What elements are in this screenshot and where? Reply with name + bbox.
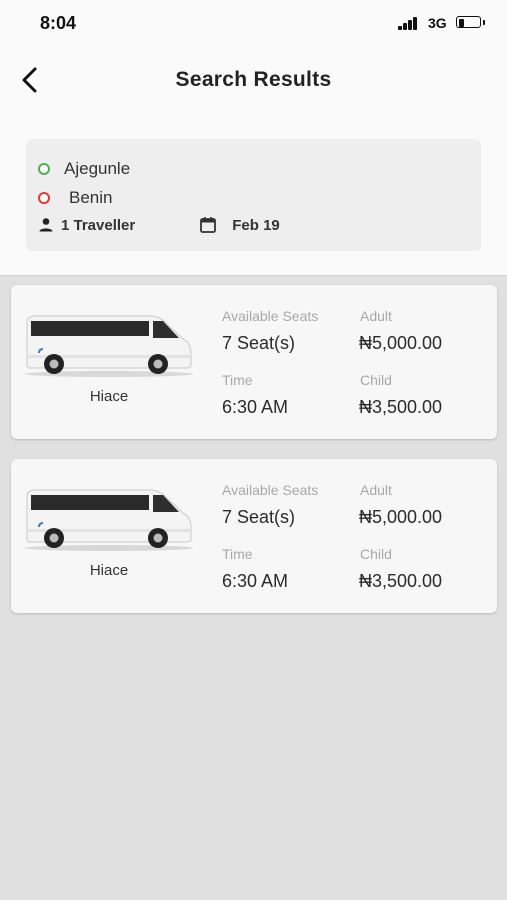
- seats-label: Available Seats: [222, 482, 319, 498]
- traveller-info: 1 Traveller: [38, 217, 135, 234]
- signal-icon: [398, 17, 420, 30]
- adult-label: Adult: [360, 482, 392, 498]
- person-icon: [39, 218, 53, 232]
- traveller-count: 1 Traveller: [61, 216, 136, 234]
- child-price: ₦3,500.00: [359, 397, 443, 417]
- vehicle-name: Hiace: [89, 388, 129, 405]
- seats-label: Available Seats: [222, 308, 319, 324]
- adult-price: ₦5,000.00: [359, 333, 443, 353]
- trip-meta: 1 Traveller Feb 19: [38, 216, 280, 234]
- van-image: [25, 489, 193, 551]
- time-value: 6:30 AM: [222, 571, 289, 591]
- travel-date: Feb 19: [232, 216, 280, 234]
- adult-label: Adult: [360, 308, 392, 324]
- origin-label: Ajegunle: [64, 159, 131, 178]
- child-price: ₦3,500.00: [359, 571, 443, 591]
- destination-dot-icon: [38, 192, 50, 204]
- destination-row: Benin: [38, 188, 112, 208]
- status-bar: 8:04 3G: [0, 0, 507, 46]
- page-title: Search Results: [175, 68, 332, 91]
- origin-dot-icon: [38, 163, 50, 175]
- header-section: 8:04 3G Search Results Ajegunle Benin 1 …: [0, 0, 507, 276]
- origin-row: Ajegunle: [38, 159, 130, 179]
- status-time: 8:04: [40, 13, 77, 33]
- date-info: Feb 19: [199, 216, 280, 234]
- time-label: Time: [222, 546, 253, 562]
- result-card[interactable]: Hiace Available Seats 7 Seat(s) Time 6:3…: [11, 285, 497, 439]
- trip-summary: Ajegunle Benin 1 Traveller Feb 19: [26, 139, 481, 251]
- destination-label: Benin: [69, 188, 113, 207]
- time-label: Time: [222, 372, 253, 388]
- seats-value: 7 Seat(s): [222, 507, 296, 527]
- vehicle-name: Hiace: [89, 562, 129, 579]
- calendar-icon: [200, 217, 217, 233]
- result-card[interactable]: Hiace Available Seats 7 Seat(s) Time 6:3…: [11, 459, 497, 613]
- seats-value: 7 Seat(s): [222, 333, 296, 353]
- child-label: Child: [360, 372, 392, 388]
- battery-icon: [456, 16, 485, 28]
- network-type: 3G: [428, 15, 447, 31]
- adult-price: ₦5,000.00: [359, 507, 443, 527]
- time-value: 6:30 AM: [222, 397, 289, 417]
- child-label: Child: [360, 546, 392, 562]
- van-image: [25, 315, 193, 377]
